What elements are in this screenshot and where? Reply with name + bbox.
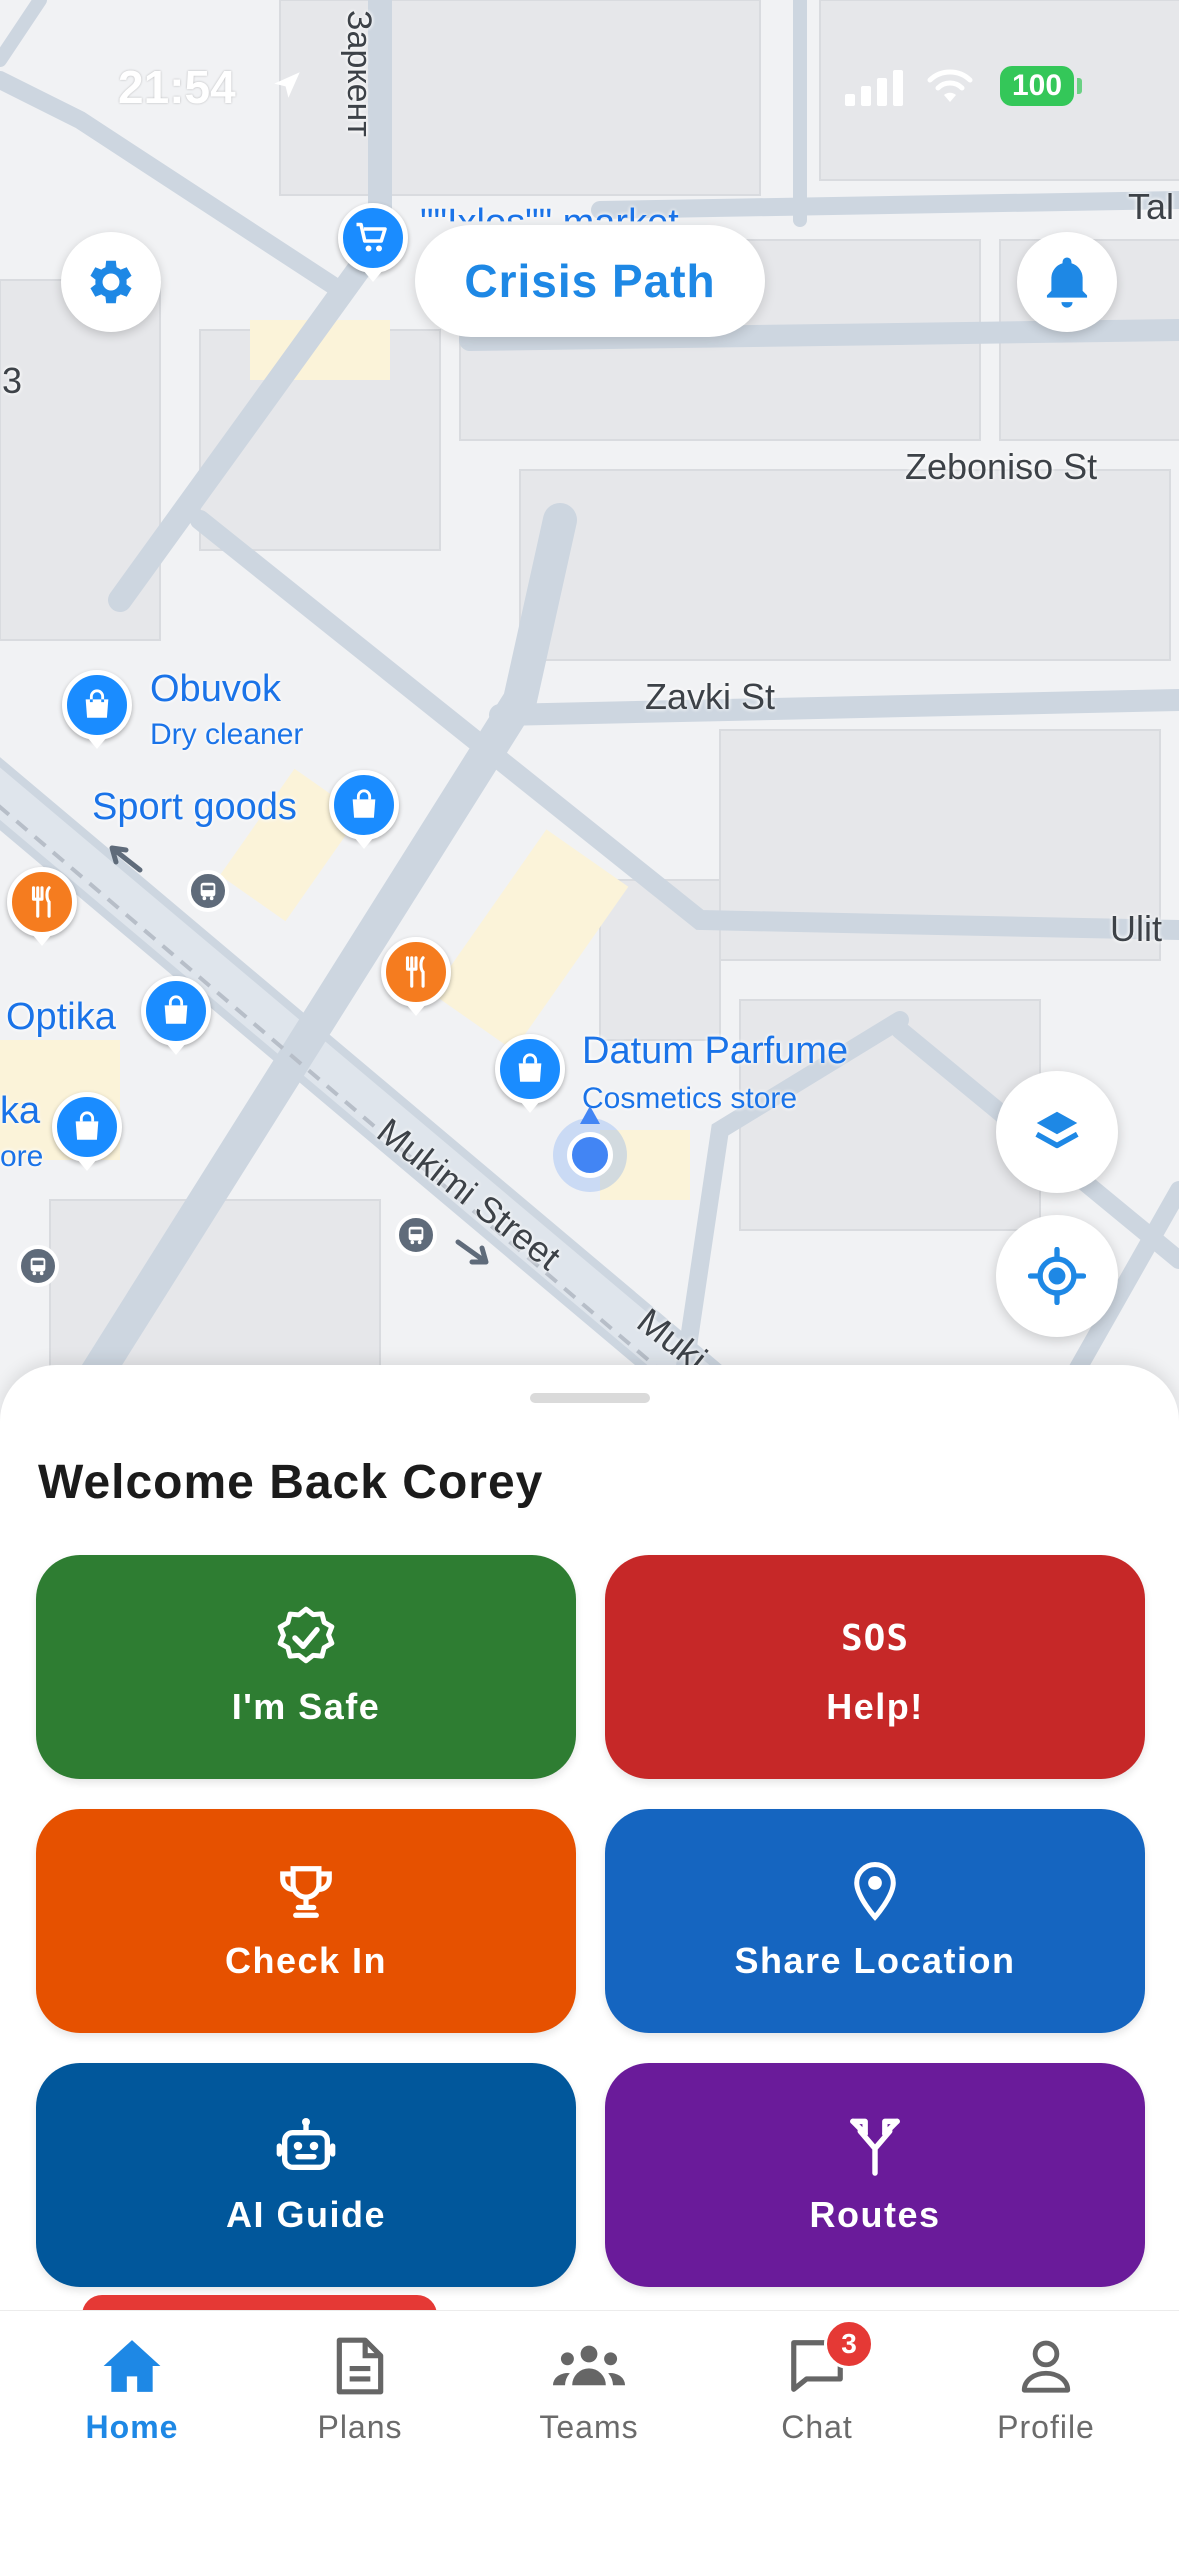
- ai-guide-label: AI Guide: [225, 2194, 386, 2235]
- street-label-tal: Tal: [1128, 186, 1175, 227]
- map-view[interactable]: Заркент Zeboniso St Zavki St Mukimi Stre…: [0, 0, 1179, 1400]
- tab-profile[interactable]: Profile: [946, 2331, 1146, 2461]
- sport-goods-pin[interactable]: [329, 770, 399, 840]
- poi-label-datum-parfume: Datum Parfume: [582, 1030, 849, 1072]
- routes-label: Routes: [809, 2194, 941, 2235]
- tab-teams-label: Teams: [539, 2409, 639, 2445]
- poi-category-obuvok: Dry cleaner: [150, 718, 304, 751]
- im-safe-label: I'm Safe: [231, 1686, 381, 1727]
- trophy-icon: [280, 1866, 332, 1918]
- tab-home[interactable]: Home: [32, 2331, 232, 2461]
- shopping-bag-icon: [352, 789, 376, 818]
- poi-label-sport-goods: Sport goods: [92, 786, 297, 828]
- home-icon: [103, 2340, 161, 2392]
- cellular-signal-icon: [845, 70, 903, 106]
- poi-label-optika: Optika: [6, 996, 116, 1038]
- battery-indicator: 100: [1000, 66, 1074, 106]
- verified-badge-icon: [277, 1606, 335, 1664]
- shopping-bag-icon: [518, 1053, 542, 1082]
- document-icon: [336, 2337, 384, 2395]
- shopping-bag-icon: [85, 689, 109, 718]
- sheet-drag-handle[interactable]: [530, 1393, 650, 1403]
- shopping-bag-icon: [164, 995, 188, 1024]
- street-label-zeboniso: Zeboniso St: [905, 446, 1098, 487]
- optika-pin[interactable]: [141, 976, 211, 1046]
- notifications-button[interactable]: [1017, 232, 1117, 332]
- gear-icon: [90, 260, 132, 304]
- bottom-tab-bar: Home Plans Teams 3 Chat Profile: [0, 2310, 1179, 2556]
- current-location-marker: [553, 1106, 627, 1192]
- fork-knife-icon: [405, 956, 425, 988]
- help-sos-button[interactable]: SOS Help!: [605, 1555, 1145, 1779]
- chat-unread-badge: 3: [824, 2319, 874, 2369]
- help-label: Help!: [826, 1686, 924, 1727]
- check-in-button[interactable]: Check In: [36, 1809, 576, 2033]
- bus-stop-icon[interactable]: [187, 870, 229, 912]
- status-time: 21:54: [118, 61, 236, 113]
- bus-stop-icon[interactable]: [17, 1245, 59, 1287]
- routes-button[interactable]: Routes: [605, 2063, 1145, 2287]
- check-in-label: Check In: [224, 1940, 388, 1981]
- wifi-icon: [927, 69, 973, 102]
- bottom-sheet: Welcome Back Corey I'm Safe SOS Help! Ch…: [0, 1365, 1179, 2435]
- tab-profile-label: Profile: [997, 2409, 1095, 2445]
- location-arrow-icon: [274, 72, 300, 98]
- status-bar: 21:54 100: [0, 60, 1179, 120]
- robot-icon: [276, 2118, 336, 2170]
- settings-button[interactable]: [61, 232, 161, 332]
- recenter-location-button[interactable]: [996, 1215, 1118, 1337]
- location-pin-icon: [854, 1862, 896, 1921]
- tab-chat[interactable]: 3 Chat: [717, 2319, 917, 2461]
- ai-guide-button[interactable]: AI Guide: [36, 2063, 576, 2287]
- datum-parfume-pin[interactable]: [495, 1034, 565, 1104]
- restaurant-pin-left[interactable]: [7, 867, 77, 937]
- cart-icon: [356, 222, 387, 252]
- poi-label-partial: ka: [0, 1090, 41, 1132]
- tab-home-label: Home: [85, 2409, 179, 2445]
- market-pin[interactable]: [338, 203, 408, 273]
- bus-stop-icon[interactable]: [395, 1214, 437, 1256]
- person-icon: [1021, 2340, 1071, 2393]
- street-label-3: 3: [2, 360, 23, 401]
- share-location-button[interactable]: Share Location: [605, 1809, 1145, 2033]
- fork-arrows-icon: [850, 2118, 900, 2176]
- map-layers-button[interactable]: [996, 1071, 1118, 1193]
- poi-category-datum-parfume: Cosmetics store: [582, 1082, 798, 1115]
- obuvok-pin[interactable]: [62, 670, 132, 740]
- shopping-bag-icon: [75, 1111, 99, 1140]
- tab-plans-label: Plans: [317, 2409, 403, 2445]
- crosshair-icon: [1028, 1247, 1086, 1305]
- layers-icon: [1035, 1111, 1079, 1149]
- group-icon: [553, 2345, 625, 2386]
- welcome-heading: Welcome Back Corey: [38, 1456, 544, 1509]
- street-label-ulit: Ulit: [1110, 908, 1162, 949]
- tab-plans[interactable]: Plans: [260, 2331, 460, 2461]
- bell-icon: [1046, 257, 1088, 308]
- street-label-zavki: Zavki St: [645, 676, 776, 717]
- restaurant-pin-center[interactable]: [381, 937, 451, 1007]
- tab-teams[interactable]: Teams: [489, 2331, 689, 2461]
- share-location-label: Share Location: [734, 1940, 1016, 1981]
- app-title: Crisis Path: [415, 225, 765, 337]
- sos-icon: SOS: [840, 1617, 910, 1659]
- heading-indicator: [580, 1106, 600, 1124]
- poi-label-obuvok: Obuvok: [150, 668, 281, 710]
- poi-category-partial: ore: [0, 1140, 44, 1173]
- shop-pin-left[interactable]: [52, 1092, 122, 1162]
- im-safe-button[interactable]: I'm Safe: [36, 1555, 576, 1779]
- fork-knife-icon: [31, 886, 51, 918]
- tab-chat-label: Chat: [781, 2409, 853, 2445]
